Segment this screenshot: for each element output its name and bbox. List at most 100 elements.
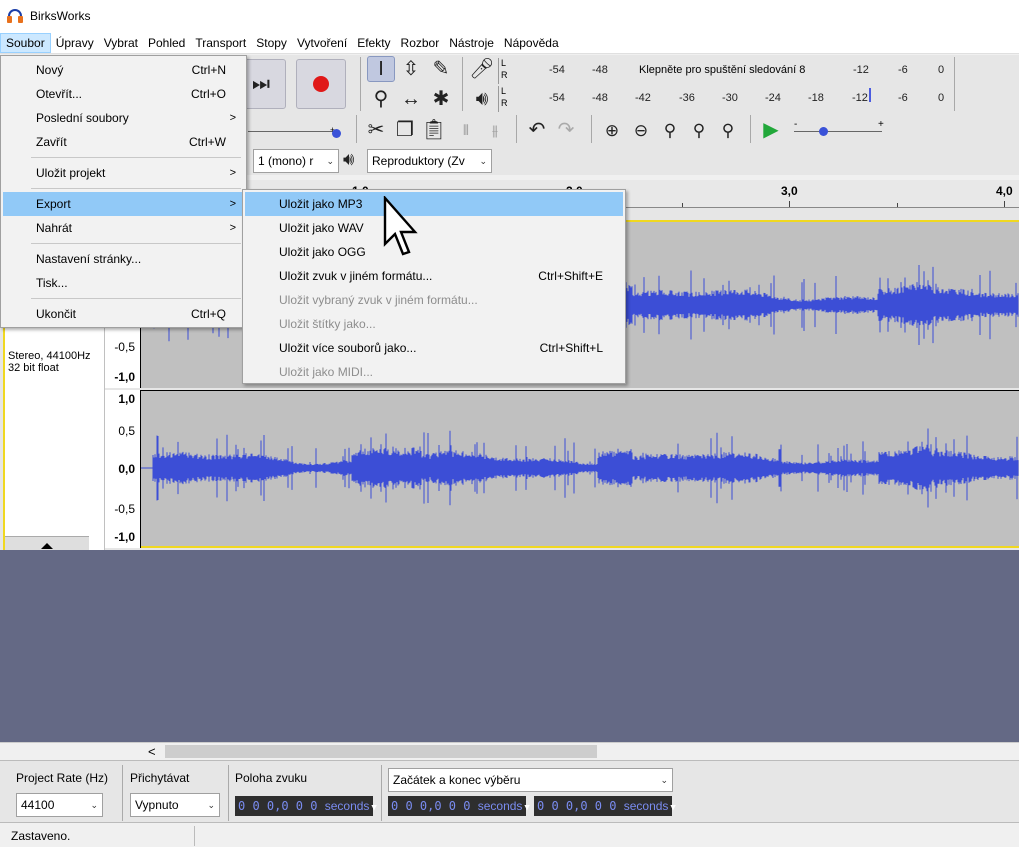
waveform-channel-right[interactable] <box>141 390 1019 548</box>
play-speed-slider[interactable]: - + <box>792 119 886 139</box>
volume-slider[interactable]: + <box>248 125 341 139</box>
export-selected-audio[interactable]: Uložit vybraný zvuk v jiném formátu... <box>245 288 623 312</box>
empty-project-area[interactable] <box>0 550 1019 742</box>
meter-tick: -24 <box>765 92 781 104</box>
zoom-in-button[interactable]: ⊕ <box>598 117 626 143</box>
zoom-tool[interactable]: ⚲ <box>367 86 395 112</box>
zoom-out-button[interactable]: ⊖ <box>627 117 655 143</box>
ruler-label: 4,0 <box>996 184 1013 198</box>
export-wav[interactable]: Uložit jako WAV <box>245 216 623 240</box>
menu-item-print[interactable]: Tisk... <box>3 271 244 295</box>
horizontal-scrollbar[interactable]: < <box>0 742 1019 760</box>
redo-icon: ↷ <box>557 119 575 141</box>
speaker-icon: 🔊︎ <box>475 88 489 110</box>
selection-start-field[interactable]: 0 0 0,0 0 0 seconds ▼ <box>388 796 530 816</box>
i-beam-icon: I <box>378 58 384 80</box>
play-at-speed-button[interactable]: ▶ <box>757 117 785 143</box>
play-speed-thumb[interactable] <box>819 127 828 136</box>
asterisk-icon: ✱ <box>432 88 450 110</box>
menu-item-close[interactable]: Zavřít Ctrl+W <box>3 130 244 154</box>
copy-button[interactable]: ❐ <box>391 117 419 143</box>
menu-napoveda[interactable]: Nápověda <box>499 33 564 53</box>
output-device-select[interactable]: Reproduktory (Zv ⌄ <box>367 149 492 173</box>
channels-select[interactable]: 1 (mono) r ⌄ <box>253 149 339 173</box>
window-title: BirksWorks <box>30 9 91 23</box>
trim-button[interactable]: ⫴ <box>452 117 480 143</box>
multi-tool[interactable]: ✱ <box>427 86 455 112</box>
export-midi[interactable]: Uložit jako MIDI... <box>245 360 623 384</box>
record-meter[interactable]: L R -54 -48 -12 -6 0 Klepněte pro spuště… <box>498 58 950 84</box>
clipboard-icon: 📋︎ <box>421 119 447 141</box>
menu-item-new[interactable]: Nový Ctrl+N <box>3 58 244 82</box>
pencil-icon: ✎ <box>432 58 450 80</box>
menu-vytvoreni[interactable]: Vytvoření <box>292 33 352 53</box>
meter-tick: -6 <box>898 92 908 104</box>
playback-meter[interactable]: L R -54 -48 -42 -36 -30 -24 -18 -12 -6 0 <box>498 86 950 112</box>
selection-mode-select[interactable]: Začátek a konec výběru ⌄ <box>388 768 673 792</box>
output-speaker-icon: 🔊︎ <box>343 149 355 169</box>
menu-soubor[interactable]: Soubor <box>0 32 51 53</box>
cut-button[interactable]: ✂ <box>362 117 390 143</box>
silence-audio-icon: ⫵ <box>491 122 499 138</box>
menu-stopy[interactable]: Stopy <box>251 33 292 53</box>
zoom-toggle-button[interactable]: ⚲ <box>714 117 742 143</box>
fit-selection-button[interactable]: ⚲ <box>656 117 684 143</box>
menu-bar: Soubor Úpravy Vybrat Pohled Transport St… <box>0 32 1019 54</box>
silence-button[interactable]: ⫵ <box>481 117 509 143</box>
menu-item-export[interactable]: Export > <box>3 192 244 216</box>
volume-slider-thumb[interactable] <box>332 129 341 138</box>
selection-end-field[interactable]: 0 0 0,0 0 0 seconds ▼ <box>534 796 676 816</box>
paste-button[interactable]: 📋︎ <box>420 117 448 143</box>
audio-position-field[interactable]: 0 0 0,0 0 0 seconds ▼ <box>235 796 377 816</box>
record-meter-button[interactable]: 🎤︎ <box>468 56 496 82</box>
scroll-left-icon[interactable]: < <box>148 744 156 759</box>
menu-item-save-project[interactable]: Uložit projekt > <box>3 161 244 185</box>
microphone-icon: 🎤︎ <box>469 58 495 80</box>
scale-label: -0,5 <box>114 502 135 516</box>
submenu-arrow-icon: > <box>229 198 236 210</box>
menu-transport[interactable]: Transport <box>190 33 251 53</box>
export-audio[interactable]: Uložit zvuk v jiném formátu... Ctrl+Shift… <box>245 264 623 288</box>
playback-meter-button[interactable]: 🔊︎ <box>468 86 496 112</box>
time-shift-tool[interactable]: ↔ <box>397 86 425 112</box>
menu-item-page-setup[interactable]: Nastavení stránky... <box>3 247 244 271</box>
menu-item-import[interactable]: Nahrát > <box>3 216 244 240</box>
snap-select[interactable]: Vypnuto ⌄ <box>130 793 220 817</box>
redo-button[interactable]: ↷ <box>552 117 580 143</box>
menu-pohled[interactable]: Pohled <box>143 33 190 53</box>
undo-icon: ↶ <box>528 119 546 141</box>
scale-label: 1,0 <box>118 392 135 406</box>
export-mp3[interactable]: Uložit jako MP3 <box>245 192 623 216</box>
scale-label: -1,0 <box>114 370 135 384</box>
selection-tool[interactable]: I <box>367 56 395 82</box>
menu-nastroje[interactable]: Nástroje <box>444 33 499 53</box>
undo-button[interactable]: ↶ <box>523 117 551 143</box>
scale-label: -1,0 <box>114 530 135 544</box>
export-labels[interactable]: Uložit štítky jako... <box>245 312 623 336</box>
submenu-arrow-icon: > <box>229 112 236 124</box>
menu-rozbor[interactable]: Rozbor <box>396 33 445 53</box>
menu-item-open[interactable]: Otevřít... Ctrl+O <box>3 82 244 106</box>
menu-efekty[interactable]: Efekty <box>352 33 395 53</box>
meter-tick: -12 <box>853 64 869 76</box>
zoom-in-icon: ⊕ <box>604 120 620 140</box>
vertical-scale-right[interactable]: 1,0 0,5 0,0 -0,5 -1,0 <box>105 390 141 548</box>
record-button[interactable] <box>296 59 346 109</box>
export-ogg[interactable]: Uložit jako OGG <box>245 240 623 264</box>
scrollbar-thumb[interactable] <box>165 745 597 758</box>
skip-end-icon: ⏭ <box>252 73 270 95</box>
meter-tick: -48 <box>592 92 608 104</box>
copy-icon: ❐ <box>396 119 414 141</box>
draw-tool[interactable]: ✎ <box>427 56 455 82</box>
envelope-tool[interactable]: ⇳ <box>397 56 425 82</box>
meter-tick: -12 <box>852 92 868 104</box>
project-rate-select[interactable]: 44100 ⌄ <box>16 793 103 817</box>
meter-tick: 0 <box>938 92 945 104</box>
fit-project-button[interactable]: ⚲ <box>685 117 713 143</box>
menu-vybrat[interactable]: Vybrat <box>99 33 143 53</box>
menu-item-recent-files[interactable]: Poslední soubory > <box>3 106 244 130</box>
menu-item-exit[interactable]: Ukončit Ctrl+Q <box>3 302 244 326</box>
menu-upravy[interactable]: Úpravy <box>51 33 99 53</box>
export-multiple[interactable]: Uložit více souborů jako... Ctrl+Shift+L <box>245 336 623 360</box>
meter-tick: -30 <box>722 92 738 104</box>
